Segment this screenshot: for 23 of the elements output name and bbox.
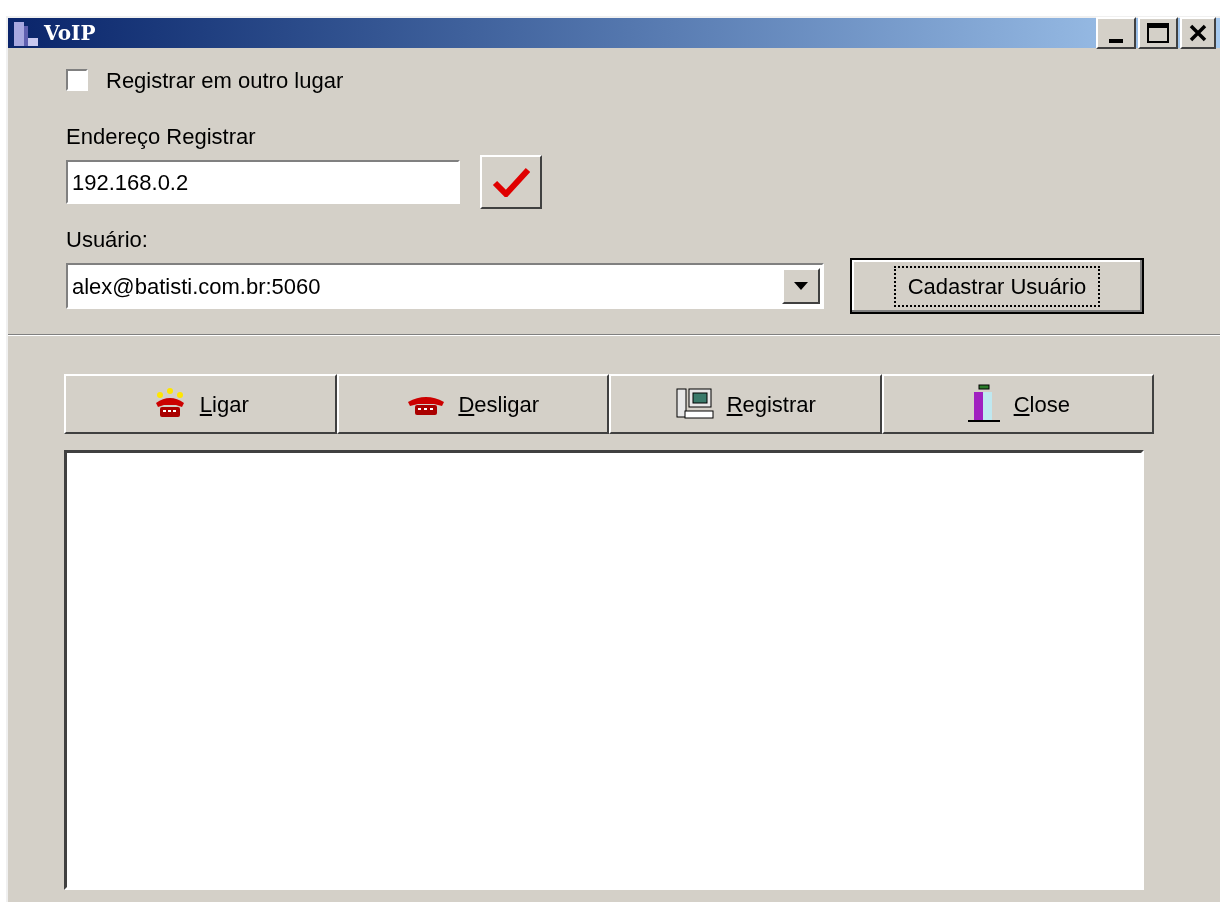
confirm-button[interactable] (480, 155, 542, 209)
close-icon (1189, 24, 1207, 42)
address-field[interactable]: 192.168.0.2 (66, 160, 460, 204)
close-button[interactable] (1180, 17, 1216, 49)
caret-icon (794, 282, 808, 290)
toolbar-button[interactable]: Registrar (609, 374, 882, 434)
dropdown-button[interactable] (782, 268, 820, 304)
toolbar-button[interactable]: Close (881, 374, 1154, 434)
register-user-button[interactable]: Cadastrar Usuário (850, 258, 1144, 314)
checkmark-icon (492, 167, 530, 197)
computer-icon (674, 387, 715, 421)
user-combo-box[interactable]: alex@batisti.com.br:5060 (66, 263, 824, 309)
building-icon (12, 20, 40, 46)
checkbox[interactable] (66, 69, 88, 91)
user-label: Usuário: (66, 226, 149, 254)
minimize-button[interactable] (1096, 17, 1136, 49)
door-icon (965, 384, 1002, 424)
window-title: VoIP (44, 20, 96, 47)
maximize-button[interactable] (1138, 17, 1178, 49)
toolbar-button[interactable]: Ligar (64, 374, 337, 434)
address-label: Endereço Registrar (66, 123, 257, 151)
checkbox-label: Registrar em outro lugar (106, 66, 344, 95)
toolbar-button[interactable]: Desligar (336, 374, 609, 434)
